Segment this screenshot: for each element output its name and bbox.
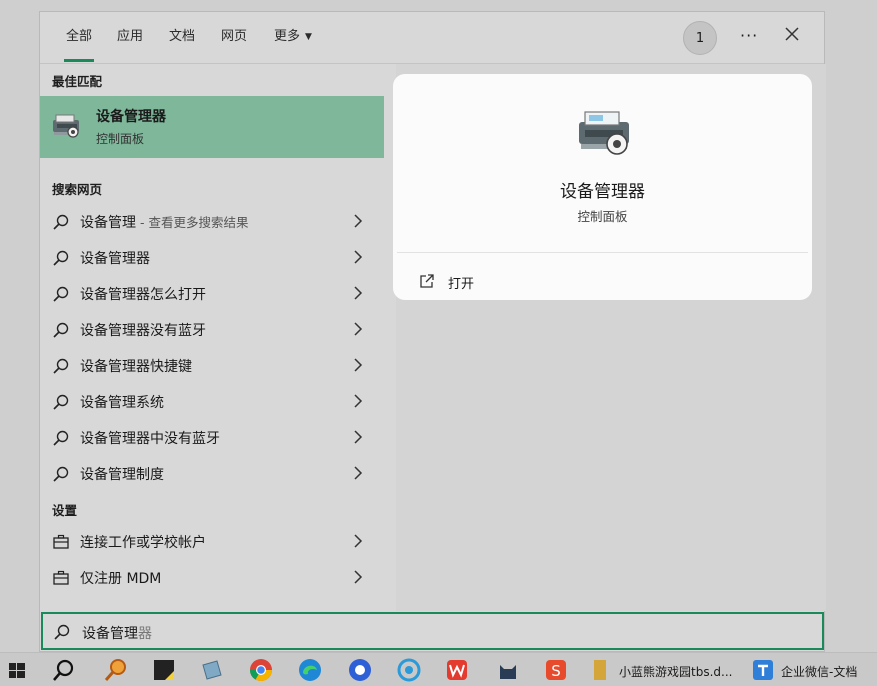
- search-icon: [53, 430, 69, 446]
- file-explorer-alt-icon[interactable]: [199, 657, 225, 683]
- browser-app-icon[interactable]: [347, 657, 373, 683]
- chevron-right-icon: [354, 466, 363, 480]
- tab-documents[interactable]: 文档: [169, 26, 195, 48]
- file-icon[interactable]: [589, 657, 611, 683]
- chevron-right-icon: [354, 430, 363, 444]
- search-autocomplete: 器: [138, 626, 152, 642]
- open-icon: [420, 274, 434, 288]
- taskbar-window-label[interactable]: 企业微信-文档: [781, 663, 857, 680]
- search-typed-text: 设备管理: [82, 626, 138, 642]
- tab-more[interactable]: 更多 ▼: [274, 26, 312, 48]
- chevron-right-icon: [354, 322, 363, 336]
- ellipsis-icon[interactable]: ···: [740, 26, 758, 45]
- best-match-heading: 最佳匹配: [52, 74, 103, 89]
- chevron-right-icon: [354, 286, 363, 300]
- close-icon[interactable]: [784, 26, 800, 42]
- search-icon: [54, 624, 70, 640]
- taskbar-window-label[interactable]: 小蓝熊游戏园tbs.d...: [619, 663, 732, 680]
- briefcase-icon: [53, 534, 69, 549]
- search-icon: [53, 394, 69, 410]
- settings-result-row[interactable]: 仅注册 MDM: [40, 559, 384, 595]
- chevron-right-icon: [354, 214, 363, 228]
- web-result-row[interactable]: 设备管理器: [40, 239, 384, 275]
- best-match-title: 设备管理器: [96, 109, 166, 125]
- chrome-icon[interactable]: [248, 657, 274, 683]
- sticky-notes-icon[interactable]: [151, 657, 177, 683]
- device-manager-icon: [53, 114, 79, 138]
- taskbar: S 小蓝熊游戏园tbs.d... 企业微信-文档: [0, 652, 877, 686]
- search-icon: [53, 286, 69, 302]
- search-icon: [53, 322, 69, 338]
- search-icon[interactable]: [51, 657, 77, 683]
- preview-card: 设备管理器 控制面板 打开: [393, 74, 812, 300]
- cat-app-icon[interactable]: [495, 657, 521, 683]
- best-match-subtitle: 控制面板: [96, 132, 145, 146]
- device-manager-icon: [579, 111, 629, 155]
- chevron-right-icon: [354, 250, 363, 264]
- chevron-right-icon: [354, 358, 363, 372]
- preview-divider: [397, 252, 808, 253]
- best-match-item[interactable]: 设备管理器 控制面板: [40, 96, 384, 158]
- filter-tabs: 全部 应用 文档 网页 更多 ▼ 1 ···: [40, 12, 824, 64]
- search-icon: [53, 358, 69, 374]
- search-icon: [53, 466, 69, 482]
- windows-start-icon[interactable]: [4, 657, 30, 683]
- web-result-row[interactable]: 设备管理系统: [40, 383, 384, 419]
- sogou-input-icon[interactable]: S: [543, 657, 569, 683]
- search-icon: [53, 250, 69, 266]
- wps-icon[interactable]: [444, 657, 470, 683]
- tab-web[interactable]: 网页: [221, 26, 247, 48]
- preview-title: 设备管理器: [560, 182, 645, 202]
- search-icon: [53, 214, 69, 230]
- rewards-badge[interactable]: 1: [683, 21, 717, 55]
- search-input[interactable]: 设备管理器: [41, 612, 824, 650]
- web-result-row[interactable]: 设备管理 - 查看更多搜索结果: [40, 203, 384, 239]
- edge-icon[interactable]: [297, 657, 323, 683]
- tab-apps[interactable]: 应用: [117, 26, 143, 48]
- search-panel: 全部 应用 文档 网页 更多 ▼ 1 ··· 最佳匹配 设备管理器 控制面板 搜索…: [39, 11, 826, 652]
- chevron-down-icon: ▼: [305, 32, 312, 42]
- web-result-row[interactable]: 设备管理制度: [40, 455, 384, 491]
- chevron-right-icon: [354, 534, 363, 548]
- web-result-row[interactable]: 设备管理器没有蓝牙: [40, 311, 384, 347]
- web-result-row[interactable]: 设备管理器怎么打开: [40, 275, 384, 311]
- tab-all[interactable]: 全部: [63, 26, 95, 62]
- svg-text:S: S: [551, 662, 561, 680]
- web-search-heading: 搜索网页: [52, 182, 103, 197]
- briefcase-icon: [53, 570, 69, 585]
- web-result-row[interactable]: 设备管理器快捷键: [40, 347, 384, 383]
- settings-heading: 设置: [52, 503, 78, 518]
- wecom-doc-icon[interactable]: [751, 657, 775, 683]
- magnifier-app-icon[interactable]: [103, 657, 129, 683]
- settings-result-row[interactable]: 连接工作或学校帐户: [40, 523, 384, 559]
- chevron-right-icon: [354, 394, 363, 408]
- qq-browser-icon[interactable]: [396, 657, 422, 683]
- chevron-right-icon: [354, 570, 363, 584]
- web-result-row[interactable]: 设备管理器中没有蓝牙: [40, 419, 384, 455]
- preview-subtitle: 控制面板: [577, 209, 628, 224]
